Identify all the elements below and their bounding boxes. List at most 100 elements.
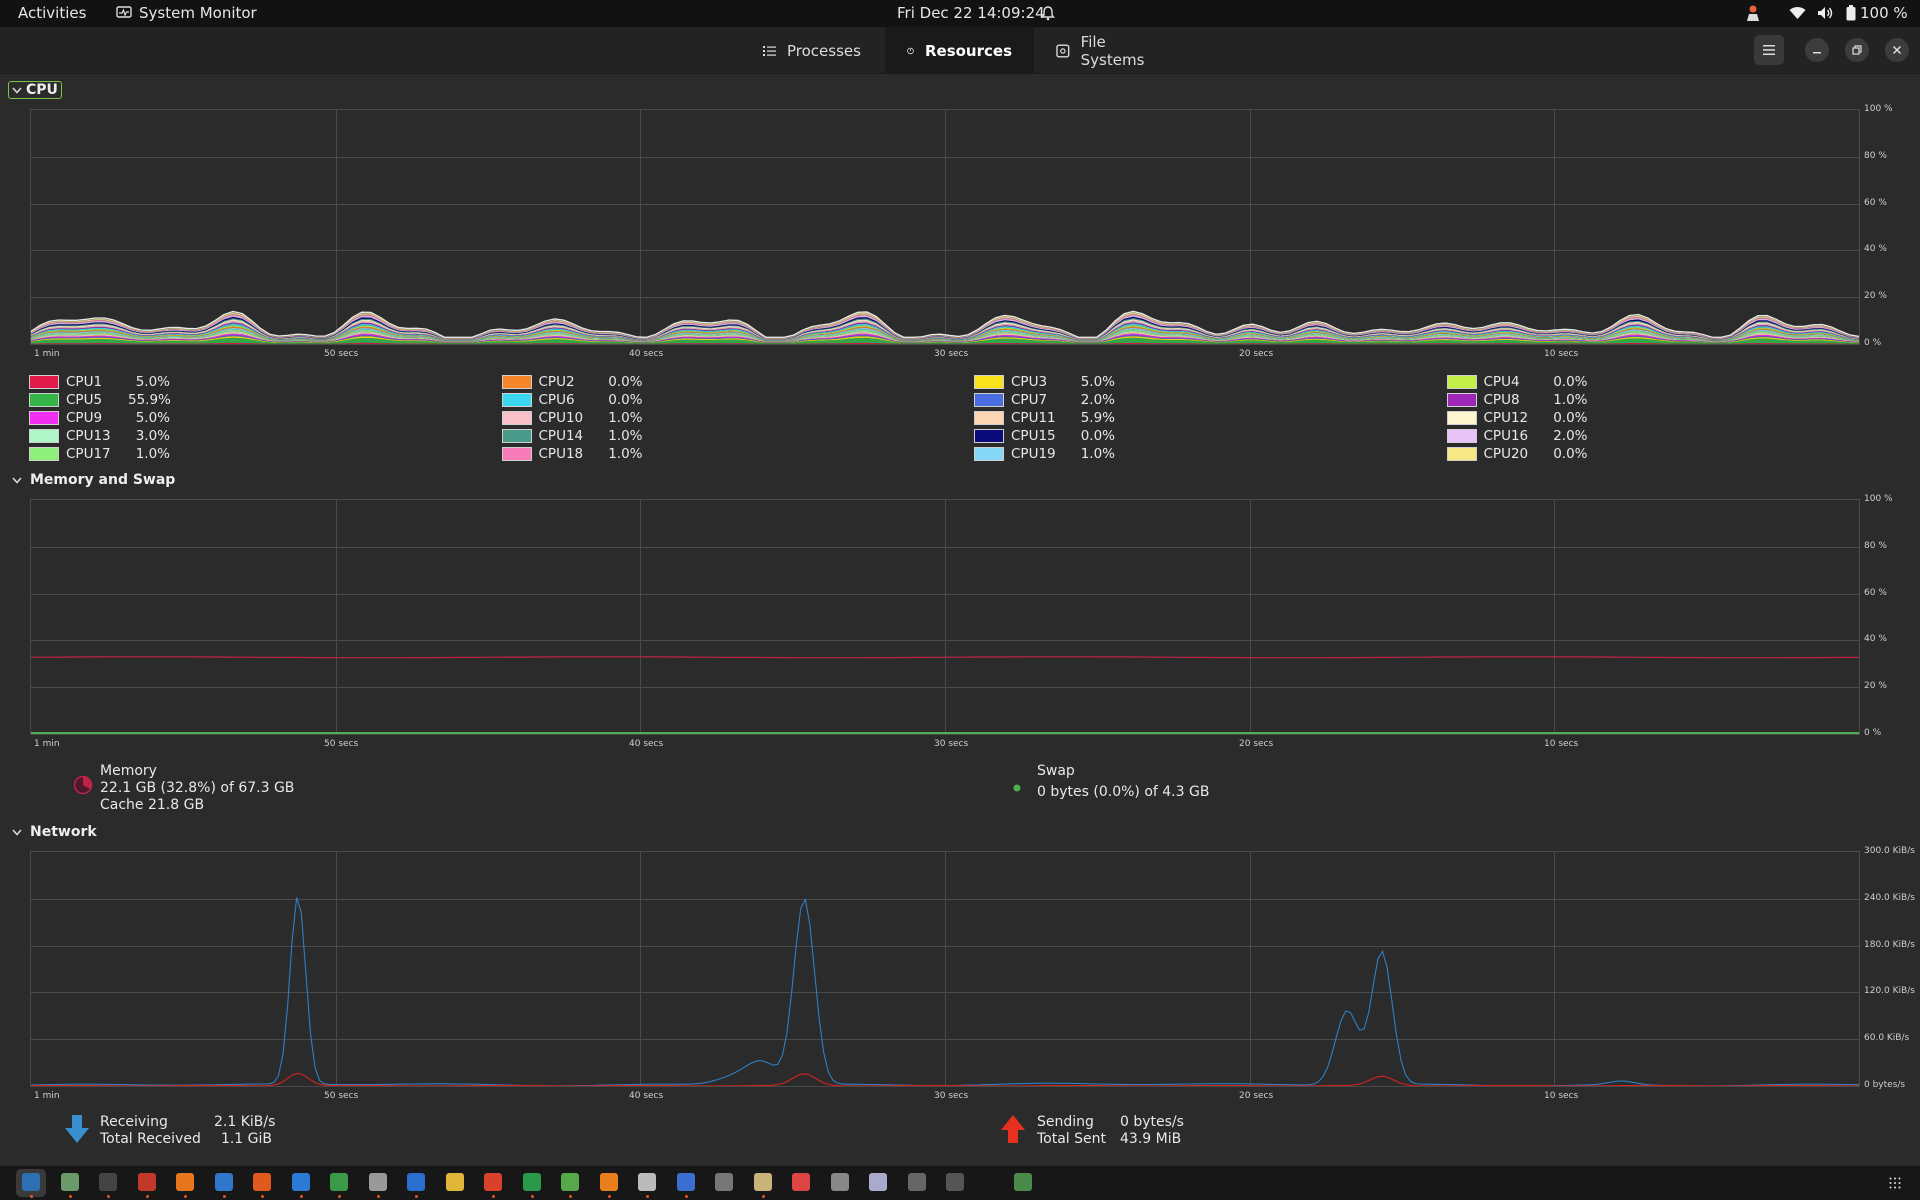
memory-section-toggle[interactable]: Memory and Swap [12,472,175,488]
cpu-legend-item: CPU4 0.0% [1446,373,1588,391]
cpu-legend-item: CPU20 0.0% [1446,445,1588,463]
cpu-name: CPU12 [1483,410,1529,426]
spreadsheet-icon[interactable] [330,1173,348,1191]
y-tick-label: 0 bytes/s [1864,1080,1906,1090]
minimize-button[interactable] [1805,38,1829,62]
calculator-icon[interactable] [676,1173,695,1191]
cpu-usage-value: 0.0% [608,392,643,408]
main-menu-button[interactable] [1754,35,1784,65]
launcher-icon[interactable] [830,1173,849,1191]
vlc-icon[interactable] [599,1173,618,1191]
clock[interactable]: Fri Dec 22 14:09:24 [897,4,1045,22]
network-section-toggle[interactable]: Network [12,824,97,840]
color-swatch[interactable] [974,375,1004,389]
cpu-usage-value: 0.0% [1080,428,1115,444]
x-tick-label: 30 secs [934,349,969,359]
cpu-usage-value: 2.0% [1080,392,1115,408]
sending-values: 0 bytes/s 43.9 MiB [1120,1114,1184,1148]
color-swatch[interactable] [974,411,1004,425]
archive-icon[interactable] [445,1173,464,1191]
color-swatch[interactable] [29,393,59,407]
color-swatch[interactable] [501,393,532,407]
running-indicator [338,1195,341,1198]
color-swatch[interactable] [974,447,1004,461]
bug-icon[interactable] [907,1173,926,1191]
tab-resources[interactable]: Resources [885,27,1034,74]
color-swatch[interactable] [501,447,532,461]
color-swatch[interactable] [501,411,532,425]
firefox-icon[interactable] [176,1173,194,1191]
color-swatch[interactable] [1446,429,1477,443]
app-grid-icon[interactable] [1889,1177,1901,1189]
files-icon[interactable] [60,1173,79,1191]
terminal-icon[interactable] [99,1173,117,1191]
color-swatch[interactable] [1446,447,1477,461]
receiving-label: Receiving [100,1114,168,1130]
color-swatch[interactable] [29,447,59,461]
color-swatch[interactable] [974,393,1004,407]
camera-icon[interactable] [1013,1173,1032,1191]
x-tick-label: 50 secs [324,349,359,359]
text-editor-icon[interactable] [214,1173,233,1191]
x-tick-label: 10 secs [1544,1091,1579,1101]
color-swatch[interactable] [29,375,59,389]
cpu-usage-value: 55.9% [128,392,171,408]
cpu-legend-item: CPU16 2.0% [1446,427,1588,445]
app-name: System Monitor [139,4,257,22]
color-swatch[interactable] [501,429,532,443]
x-tick-label: 20 secs [1239,739,1274,749]
volume-icon[interactable] [1817,6,1834,20]
cpu-usage-value: 0.0% [1553,374,1588,390]
wifi-icon[interactable] [1789,6,1806,20]
sheets-icon[interactable] [522,1173,541,1191]
x-tick-label: 1 min [34,739,60,749]
tools-icon[interactable] [638,1173,656,1191]
color-swatch[interactable] [974,429,1004,443]
color-swatch[interactable] [1446,411,1477,425]
x-tick-label: 50 secs [324,739,359,749]
image-viewer-icon[interactable] [561,1173,579,1191]
close-button[interactable] [1885,38,1909,62]
user-indicator-icon[interactable] [1745,4,1761,22]
cpu-legend-item: CPU14 1.0% [501,427,643,445]
cpu-usage-value: 5.0% [1080,374,1115,390]
notes-icon[interactable] [407,1173,425,1191]
color-swatch[interactable] [1446,393,1477,407]
cpu-name: CPU1 [66,374,103,390]
cpu-usage-value: 0.0% [1553,446,1588,462]
system-monitor-icon[interactable] [22,1173,40,1191]
activities-button[interactable]: Activities [18,4,86,22]
terminal-alt-icon[interactable] [946,1173,964,1191]
cpu-name: CPU8 [1483,392,1520,408]
x-tick-label: 20 secs [1239,1091,1274,1101]
document-icon[interactable] [792,1173,810,1191]
graph-canvas [31,110,1859,344]
settings-icon[interactable] [368,1173,387,1191]
color-swatch[interactable] [1446,375,1477,389]
tab-file-systems[interactable]: File Systems [1034,27,1194,74]
receiving-info: Receiving Total Received [100,1114,201,1148]
cpu-name: CPU2 [538,374,575,390]
clipboard-icon[interactable] [753,1173,772,1191]
restore-button[interactable] [1845,38,1869,62]
package-icon[interactable] [869,1173,887,1191]
cpu-section-toggle[interactable]: CPU [8,81,62,99]
battery-icon[interactable] [1846,5,1856,21]
cpu-usage-value: 0.0% [1553,410,1588,426]
software-icon[interactable] [253,1173,271,1191]
color-swatch[interactable] [29,411,59,425]
running-indicator [761,1195,765,1198]
running-indicator [607,1195,611,1198]
chrome-icon[interactable] [484,1173,502,1191]
tab-processes[interactable]: Processes [741,27,885,74]
app-menu[interactable]: System Monitor [116,4,257,22]
screenshot-icon[interactable] [715,1173,733,1191]
color-swatch[interactable] [29,429,59,443]
y-tick-label: 100 % [1864,104,1893,114]
help-icon[interactable] [291,1173,310,1191]
cpu-legend-item: CPU8 1.0% [1446,391,1588,409]
color-swatch[interactable] [501,375,532,389]
running-indicator [569,1195,572,1198]
disk-usage-icon[interactable] [137,1173,156,1191]
y-tick-label: 60 % [1864,588,1887,598]
